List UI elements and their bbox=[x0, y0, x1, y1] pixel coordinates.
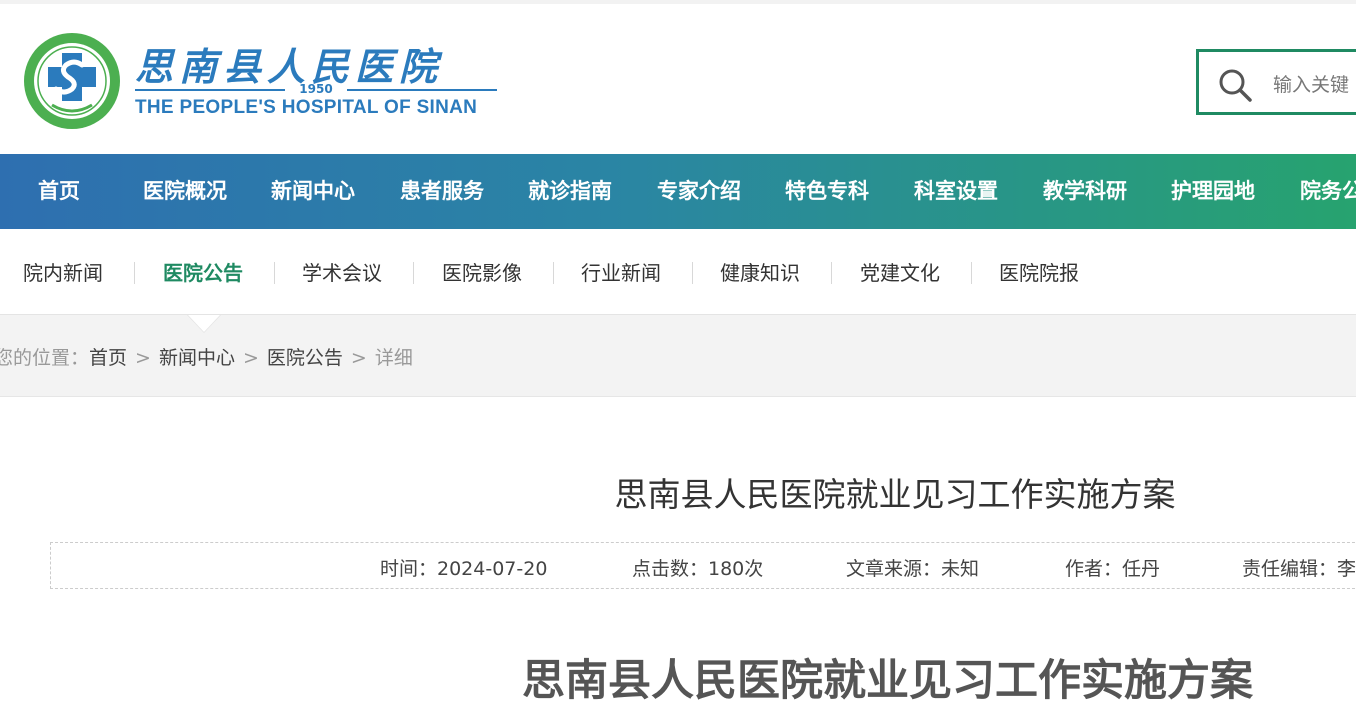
sub-nav-item-internal-news[interactable]: 院内新闻 bbox=[23, 257, 103, 286]
sub-nav-item-conferences[interactable]: 学术会议 bbox=[302, 257, 382, 286]
sub-nav-item-images[interactable]: 医院影像 bbox=[442, 257, 522, 286]
breadcrumb: 您的位置：首页 > 新闻中心 > 医院公告 > 详细 bbox=[0, 343, 413, 370]
breadcrumb-separator: > bbox=[350, 347, 367, 369]
sub-nav-item-health[interactable]: 健康知识 bbox=[720, 257, 800, 286]
search-box bbox=[1196, 49, 1356, 115]
main-nav-item-overview[interactable]: 医院概况 bbox=[143, 154, 227, 229]
founding-year: 1950 bbox=[299, 82, 333, 96]
site-header: 思南县人民医院 1950 THE PEOPLE'S HOSPITAL OF SI… bbox=[0, 4, 1356, 154]
active-tab-pointer bbox=[188, 315, 220, 332]
main-nav-item-guide[interactable]: 就诊指南 bbox=[528, 154, 612, 229]
hospital-emblem-logo[interactable] bbox=[22, 31, 122, 131]
main-nav-item-experts[interactable]: 专家介绍 bbox=[657, 154, 741, 229]
main-nav-item-news[interactable]: 新闻中心 bbox=[271, 154, 355, 229]
sub-nav-divider bbox=[971, 262, 972, 284]
sub-nav-divider bbox=[274, 262, 275, 284]
article-editor: 责任编辑：李 bbox=[1242, 558, 1356, 580]
main-nav-item-patients[interactable]: 患者服务 bbox=[400, 154, 484, 229]
main-nav-item-departments[interactable]: 科室设置 bbox=[914, 154, 998, 229]
search-input[interactable] bbox=[1273, 70, 1356, 100]
sub-nav-divider bbox=[553, 262, 554, 284]
sub-nav-divider bbox=[692, 262, 693, 284]
sub-nav-divider bbox=[134, 262, 135, 284]
article-title: 思南县人民医院就业见习工作实施方案 bbox=[614, 475, 1176, 514]
main-nav-item-affairs[interactable]: 院务公 bbox=[1300, 154, 1356, 229]
search-icon[interactable] bbox=[1217, 67, 1253, 103]
main-nav-item-nursing[interactable]: 护理园地 bbox=[1171, 154, 1255, 229]
article-date: 时间：2024-07-20 bbox=[380, 558, 548, 580]
breadcrumb-link-news[interactable]: 新闻中心 bbox=[159, 347, 235, 369]
article-clicks: 点击数：180次 bbox=[632, 558, 764, 580]
sub-nav: 院内新闻 医院公告 学术会议 医院影像 行业新闻 健康知识 党建文化 医院院报 bbox=[0, 229, 1356, 315]
sub-nav-item-party[interactable]: 党建文化 bbox=[860, 257, 940, 286]
article-body-title: 思南县人民医院就业见习工作实施方案 bbox=[522, 656, 1253, 706]
sub-nav-item-newspaper[interactable]: 医院院报 bbox=[999, 257, 1079, 286]
breadcrumb-link-announcements[interactable]: 医院公告 bbox=[267, 347, 343, 369]
breadcrumb-label: 您的位置： bbox=[0, 347, 90, 369]
sub-nav-item-industry-news[interactable]: 行业新闻 bbox=[581, 257, 661, 286]
breadcrumb-separator: > bbox=[242, 347, 259, 369]
sub-nav-divider bbox=[831, 262, 832, 284]
breadcrumb-link-home[interactable]: 首页 bbox=[89, 347, 127, 369]
article-meta: 时间：2024-07-20 点击数：180次 文章来源：未知 作者：任丹 责任编… bbox=[50, 542, 1356, 589]
founding-year-line: 1950 bbox=[135, 82, 497, 96]
sub-nav-divider bbox=[413, 262, 414, 284]
main-nav: 首页 医院概况 新闻中心 患者服务 就诊指南 专家介绍 特色专科 科室设置 教学… bbox=[0, 154, 1356, 229]
hospital-name-en: THE PEOPLE'S HOSPITAL OF SINAN bbox=[135, 97, 478, 118]
sub-nav-item-announcements[interactable]: 医院公告 bbox=[163, 257, 243, 286]
breadcrumb-separator: > bbox=[135, 347, 151, 369]
main-nav-item-home[interactable]: 首页 bbox=[38, 154, 80, 229]
main-nav-item-research[interactable]: 教学科研 bbox=[1043, 154, 1127, 229]
main-nav-item-specialty[interactable]: 特色专科 bbox=[785, 154, 869, 229]
breadcrumb-current: 详细 bbox=[374, 347, 413, 369]
article-author: 作者：任丹 bbox=[1065, 558, 1161, 580]
article-source: 文章来源：未知 bbox=[846, 558, 980, 580]
